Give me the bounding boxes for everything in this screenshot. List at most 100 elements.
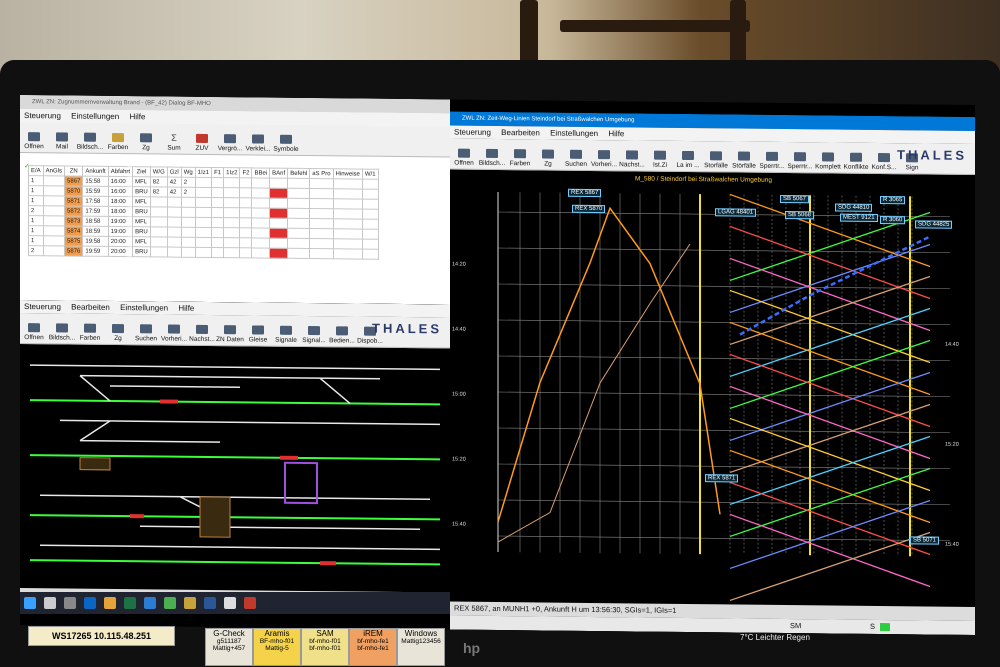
column-header[interactable]: Hinweise bbox=[333, 168, 363, 180]
outlook-icon[interactable] bbox=[84, 597, 96, 609]
toolbar-button[interactable]: Farben bbox=[76, 323, 104, 344]
menu-bearbeiten[interactable]: Bearbeiten bbox=[71, 303, 110, 312]
explorer-icon[interactable] bbox=[104, 597, 116, 609]
chrome-icon[interactable] bbox=[164, 597, 176, 609]
toolbar-button[interactable]: Bedien... bbox=[328, 326, 356, 346]
toolbar-button[interactable]: Suchen bbox=[132, 324, 160, 344]
train-path[interactable] bbox=[729, 513, 931, 588]
column-header[interactable]: Ziel bbox=[132, 166, 151, 177]
toolbar-button[interactable]: Farben bbox=[506, 149, 534, 169]
toolbar-button[interactable]: Suchen bbox=[562, 149, 590, 170]
column-header[interactable]: F2 bbox=[239, 167, 252, 178]
train-tag[interactable]: SDG 44825 bbox=[915, 220, 953, 229]
train-path[interactable] bbox=[729, 353, 931, 428]
toolbar-button[interactable]: Bildsch... bbox=[478, 148, 506, 169]
toolbar-button[interactable]: Vorheri... bbox=[160, 324, 188, 344]
column-header[interactable]: aS Pro bbox=[309, 168, 334, 179]
toolbar-button[interactable]: Offnen bbox=[20, 323, 48, 343]
train-path[interactable] bbox=[729, 306, 931, 378]
zoom-in-button[interactable]: Vergrö... bbox=[216, 134, 244, 154]
train-path[interactable] bbox=[729, 434, 931, 506]
menu-steuerung[interactable]: Steuerung bbox=[24, 302, 61, 311]
train-button[interactable]: Zg bbox=[132, 133, 160, 153]
toolbar-button[interactable]: Sperrtr... bbox=[786, 152, 814, 172]
app-icon[interactable] bbox=[244, 597, 256, 609]
toolbar-button[interactable]: Nächst... bbox=[618, 150, 646, 170]
search-icon[interactable] bbox=[44, 597, 56, 609]
excel-icon[interactable] bbox=[124, 597, 136, 609]
aramis-icon[interactable] bbox=[204, 597, 216, 609]
column-header[interactable]: Ankunft bbox=[82, 166, 109, 177]
column-header[interactable]: W/1 bbox=[362, 169, 379, 180]
toolbar-button[interactable]: Signal... bbox=[300, 326, 328, 346]
zoom-out-button[interactable]: Verklei... bbox=[244, 134, 272, 154]
train-tag[interactable]: SB 5071 bbox=[910, 536, 940, 545]
edge-icon[interactable] bbox=[144, 597, 156, 609]
column-header[interactable]: Gzl bbox=[167, 167, 182, 178]
train-path[interactable] bbox=[729, 498, 931, 570]
train-path[interactable] bbox=[729, 338, 931, 410]
train-tag[interactable]: MEST 9121 bbox=[840, 213, 878, 222]
column-header[interactable]: 1Iz2 bbox=[223, 167, 240, 178]
train-tag[interactable]: SB 5067 bbox=[780, 194, 810, 204]
screen-button[interactable]: Bildsch... bbox=[76, 132, 104, 153]
start-icon[interactable] bbox=[24, 597, 36, 609]
train-path[interactable] bbox=[729, 385, 931, 460]
train-path[interactable] bbox=[729, 193, 931, 268]
toolbar-button[interactable]: La im ... bbox=[674, 150, 702, 171]
train-path[interactable] bbox=[729, 274, 931, 346]
toolbar-button[interactable]: Bildsch... bbox=[48, 323, 76, 343]
column-header[interactable]: 1Iz1 bbox=[195, 167, 212, 178]
train-tag[interactable]: REX 5871 bbox=[705, 474, 739, 483]
train-path[interactable] bbox=[729, 530, 931, 602]
menu-einstellungen[interactable]: Einstellungen bbox=[71, 112, 119, 122]
train-path[interactable] bbox=[729, 242, 931, 314]
train-tag[interactable]: SB 5068 bbox=[785, 211, 815, 220]
toolbar-button[interactable]: Konf.S... bbox=[870, 152, 898, 173]
toolbar-button[interactable]: Ist.Zi bbox=[646, 150, 674, 171]
symbols-button[interactable]: Symbole bbox=[272, 134, 300, 155]
weather-tray[interactable]: 7°C Leichter Regen bbox=[740, 633, 810, 642]
train-tag[interactable]: SDG 44810 bbox=[835, 203, 873, 212]
toolbar-button[interactable]: Storfälle bbox=[702, 151, 730, 171]
column-header[interactable]: BAnf bbox=[269, 168, 288, 179]
menu-einstellungen[interactable]: Einstellungen bbox=[120, 303, 168, 313]
train-path[interactable] bbox=[729, 257, 931, 332]
app-icon[interactable] bbox=[184, 597, 196, 609]
colors-button[interactable]: Farben bbox=[104, 132, 132, 153]
train-path[interactable] bbox=[729, 481, 931, 556]
menu-hilfe[interactable]: Hilfe bbox=[608, 129, 624, 138]
column-header[interactable]: F1 bbox=[211, 167, 224, 178]
train-path[interactable] bbox=[729, 402, 931, 474]
toolbar-button[interactable]: Signale bbox=[272, 325, 300, 346]
train-tag[interactable]: REX 5870 bbox=[572, 204, 606, 214]
menu-steuerung[interactable]: Steuerung bbox=[24, 111, 61, 120]
menu-hilfe[interactable]: Hilfe bbox=[178, 304, 194, 313]
toolbar-button[interactable]: Zg bbox=[104, 323, 132, 344]
toolbar-button[interactable]: Gleise bbox=[244, 325, 272, 345]
toolbar-button[interactable]: Zg bbox=[534, 149, 562, 169]
column-header[interactable]: ZN bbox=[64, 165, 83, 177]
column-header[interactable]: E/A bbox=[28, 165, 44, 176]
menu-einstellungen[interactable]: Einstellungen bbox=[550, 129, 598, 139]
toolbar-button[interactable]: Nachst... bbox=[188, 324, 216, 345]
column-header[interactable]: AnGls bbox=[43, 165, 65, 176]
train-path[interactable] bbox=[729, 417, 931, 492]
toolbar-button[interactable]: ZN Daten bbox=[216, 325, 244, 345]
train-tag[interactable]: REX 5867 bbox=[568, 188, 602, 198]
column-header[interactable]: Wg bbox=[181, 167, 196, 178]
menu-steuerung[interactable]: Steuerung bbox=[454, 128, 491, 137]
train-tag[interactable]: R 3060 bbox=[880, 216, 906, 225]
menu-bearbeiten[interactable]: Bearbeiten bbox=[501, 128, 540, 137]
menu-hilfe[interactable]: Hilfe bbox=[129, 112, 145, 121]
column-header[interactable]: Befehl bbox=[287, 168, 310, 179]
train-tag[interactable]: R 3065 bbox=[880, 196, 906, 205]
toolbar-button[interactable]: Vorheri... bbox=[590, 150, 618, 170]
train-path[interactable] bbox=[729, 449, 931, 524]
app-icon[interactable] bbox=[224, 597, 236, 609]
mail-button[interactable]: Mail bbox=[48, 132, 76, 152]
train-tag[interactable]: LGAG 48401 bbox=[715, 208, 757, 217]
open-button[interactable]: Offnen bbox=[20, 132, 48, 152]
toolbar-button[interactable]: Sperrtr... bbox=[758, 151, 786, 172]
column-header[interactable]: Abfahrt bbox=[108, 166, 133, 177]
